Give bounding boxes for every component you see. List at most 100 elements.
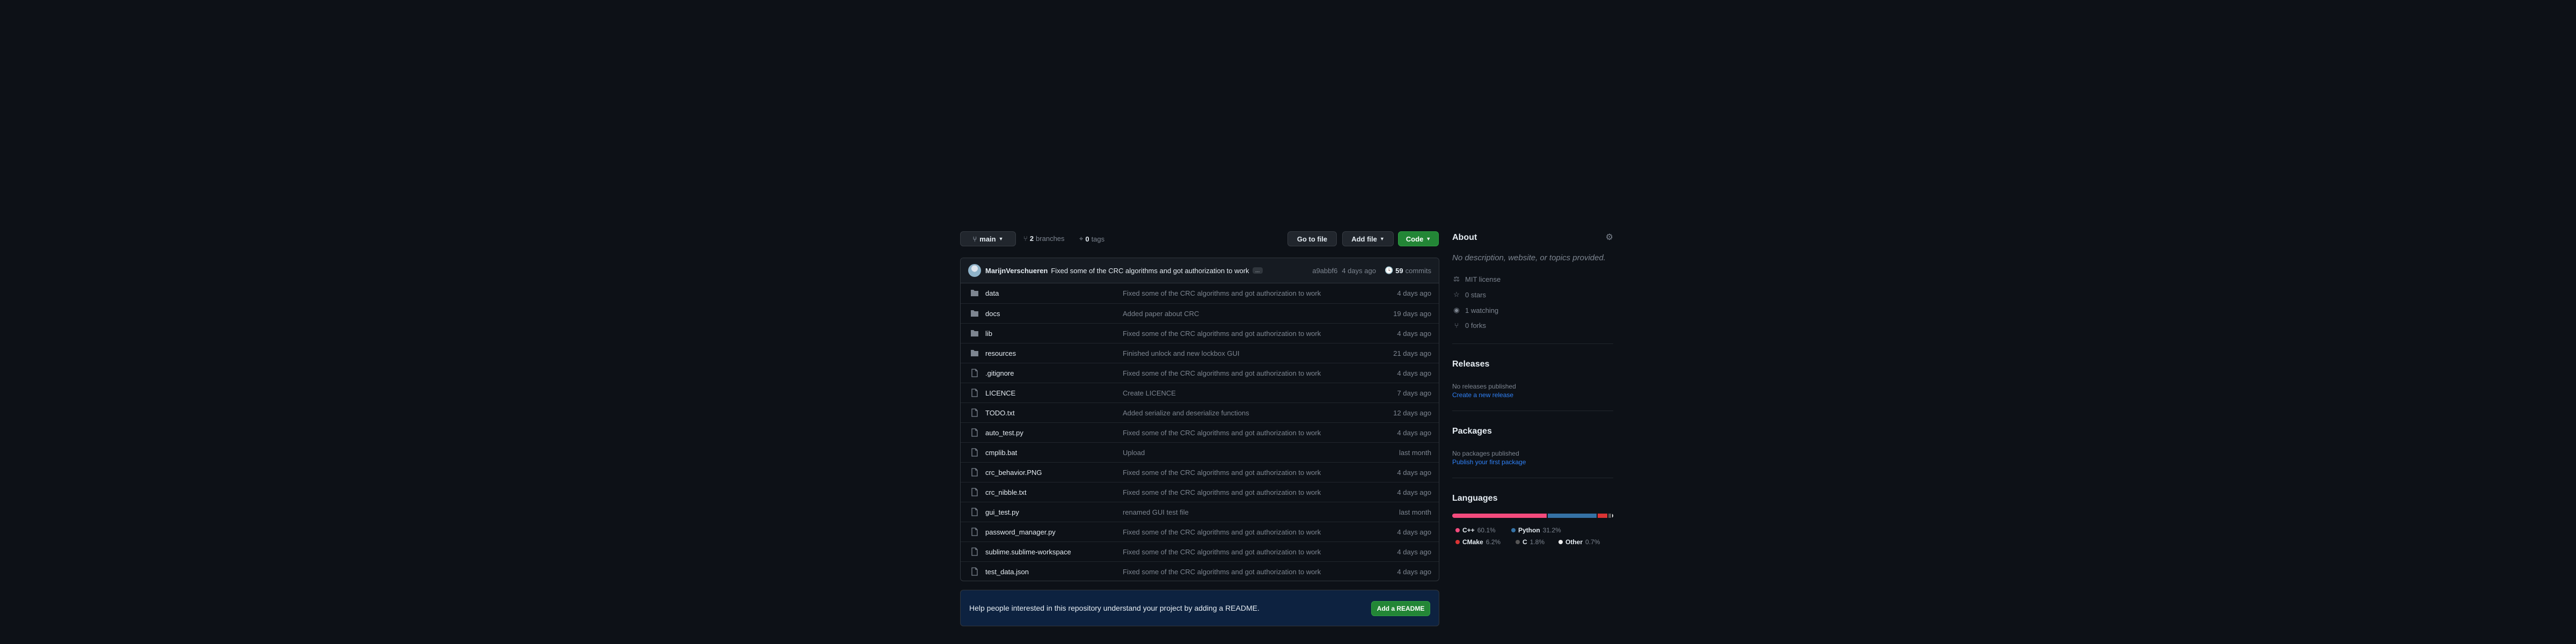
commit-author[interactable]: MarijnVerschueren	[985, 267, 1048, 275]
language-item[interactable]: C 1.8%	[1516, 538, 1545, 546]
file-icon	[970, 428, 979, 437]
file-commit-message[interactable]: renamed GUI test file	[1123, 508, 1189, 516]
language-item[interactable]: C++ 60.1%	[1455, 526, 1496, 534]
file-name[interactable]: test_data.json	[985, 568, 1029, 576]
add-file-button[interactable]: Add file ▼	[1342, 231, 1394, 246]
commit-history-link[interactable]: 🕓 59 commits	[1385, 266, 1431, 275]
commit-count: 59	[1395, 266, 1403, 275]
file-commit-message[interactable]: Added paper about CRC	[1123, 310, 1199, 318]
file-commit-message[interactable]: Fixed some of the CRC algorithms and got…	[1123, 330, 1321, 338]
file-row[interactable]: TODO.txt Added serialize and deserialize …	[961, 402, 1439, 422]
file-row[interactable]: auto_test.py Fixed some of the CRC algori…	[961, 422, 1439, 442]
file-commit-message[interactable]: Fixed some of the CRC algorithms and got…	[1123, 289, 1321, 297]
file-name[interactable]: crc_nibble.txt	[985, 488, 1027, 496]
file-name[interactable]: lib	[985, 330, 992, 338]
go-to-file-label: Go to file	[1297, 235, 1328, 243]
file-icon	[970, 508, 979, 516]
about-description: No description, website, or topics provi…	[1452, 253, 1606, 262]
commit-message[interactable]: Fixed some of the CRC algorithms and got…	[1051, 267, 1249, 275]
language-item[interactable]: Python 31.2%	[1511, 526, 1561, 534]
language-percent: 0.7%	[1585, 538, 1600, 546]
branches-link[interactable]: ⑂ 2 branches	[1023, 235, 1065, 243]
language-item[interactable]: CMake 6.2%	[1455, 538, 1501, 546]
file-icon	[970, 448, 979, 457]
language-color-dot	[1455, 528, 1460, 532]
language-segment	[1547, 514, 1597, 518]
language-color-dot	[1516, 540, 1520, 544]
forks-link[interactable]: ⑂ 0 forks	[1452, 321, 1486, 330]
file-commit-message[interactable]: Fixed some of the CRC algorithms and got…	[1123, 429, 1321, 437]
file-name[interactable]: sublime.sublime-workspace	[985, 548, 1071, 556]
file-row[interactable]: lib Fixed some of the CRC algorithms and …	[961, 323, 1439, 343]
languages-bar	[1452, 514, 1613, 518]
file-commit-message[interactable]: Upload	[1123, 449, 1145, 457]
file-commit-message[interactable]: Fixed some of the CRC algorithms and got…	[1123, 488, 1321, 496]
add-readme-button[interactable]: Add a README	[1371, 601, 1430, 616]
tag-icon: ⌖	[1079, 235, 1084, 243]
commit-hash[interactable]: a9abbf6	[1312, 267, 1337, 275]
create-release-link[interactable]: Create a new release	[1452, 391, 1513, 399]
file-commit-date: 12 days ago	[1393, 408, 1431, 417]
repo-toolbar: ⑂ main ▼ ⑂ 2 branches ⌖ 0 tags Go to fil…	[960, 231, 1439, 247]
file-name[interactable]: TODO.txt	[985, 409, 1015, 417]
language-item[interactable]: Other 0.7%	[1558, 538, 1600, 546]
file-name[interactable]: .gitignore	[985, 369, 1014, 377]
file-name[interactable]: gui_test.py	[985, 508, 1019, 516]
file-commit-message[interactable]: Create LICENCE	[1123, 389, 1176, 397]
language-color-dot	[1511, 528, 1516, 532]
file-name[interactable]: LICENCE	[985, 389, 1015, 397]
file-name[interactable]: cmplib.bat	[985, 449, 1017, 457]
file-name[interactable]: auto_test.py	[985, 429, 1023, 437]
branch-selector[interactable]: ⑂ main ▼	[960, 231, 1016, 246]
fork-icon: ⑂	[1454, 321, 1459, 330]
file-row[interactable]: .gitignore Fixed some of the CRC algorith…	[961, 363, 1439, 383]
code-button[interactable]: Code ▼	[1398, 231, 1439, 246]
file-name[interactable]: docs	[985, 310, 1000, 318]
file-icon	[970, 369, 979, 377]
file-row[interactable]: crc_nibble.txt Fixed some of the CRC algo…	[961, 482, 1439, 502]
file-icon	[970, 488, 979, 496]
file-row[interactable]: sublime.sublime-workspace Fixed some of t…	[961, 541, 1439, 561]
avatar[interactable]	[968, 264, 981, 277]
file-commit-message[interactable]: Fixed some of the CRC algorithms and got…	[1123, 528, 1321, 536]
publish-package-link[interactable]: Publish your first package	[1452, 458, 1526, 466]
file-commit-message[interactable]: Fixed some of the CRC algorithms and got…	[1123, 369, 1321, 377]
file-icon	[970, 567, 979, 576]
releases-heading[interactable]: Releases	[1452, 360, 1489, 369]
file-commit-message[interactable]: Fixed some of the CRC algorithms and got…	[1123, 548, 1321, 556]
file-row[interactable]: cmplib.bat Upload last month	[961, 442, 1439, 462]
add-readme-label: Add a README	[1377, 605, 1425, 612]
go-to-file-button[interactable]: Go to file	[1287, 231, 1337, 246]
file-commit-message[interactable]: Finished unlock and new lockbox GUI	[1123, 349, 1240, 357]
tags-count: 0	[1085, 235, 1089, 243]
gear-icon[interactable]: ⚙	[1606, 232, 1613, 243]
folder-icon	[970, 349, 979, 357]
file-commit-date: 4 days ago	[1397, 488, 1431, 496]
forks-label: 0 forks	[1465, 321, 1487, 330]
file-list: data Fixed some of the CRC algorithms and…	[961, 283, 1439, 581]
readme-banner: Help people interested in this repositor…	[960, 590, 1439, 626]
file-row[interactable]: test_data.json Fixed some of the CRC algo…	[961, 561, 1439, 581]
commit-meta: a9abbf6 4 days ago 🕓 59 commits	[1312, 258, 1431, 283]
file-row[interactable]: docs Added paper about CRC 19 days ago	[961, 303, 1439, 323]
stars-link[interactable]: ☆ 0 stars	[1452, 290, 1486, 299]
watchers-link[interactable]: ◉ 1 watching	[1452, 306, 1498, 314]
license-link[interactable]: ⚖ MIT license	[1452, 275, 1501, 283]
packages-heading[interactable]: Packages	[1452, 427, 1492, 436]
file-row[interactable]: resources Finished unlock and new lockbox…	[961, 343, 1439, 363]
file-row[interactable]: crc_behavior.PNG Fixed some of the CRC al…	[961, 462, 1439, 482]
tags-link[interactable]: ⌖ 0 tags	[1079, 235, 1104, 243]
latest-commit-bar: MarijnVerschueren Fixed some of the CRC …	[961, 258, 1439, 283]
file-name[interactable]: resources	[985, 349, 1016, 357]
file-row[interactable]: LICENCE Create LICENCE 7 days ago	[961, 383, 1439, 402]
file-commit-message[interactable]: Added serialize and deserialize function…	[1123, 409, 1249, 417]
file-commit-message[interactable]: Fixed some of the CRC algorithms and got…	[1123, 568, 1321, 576]
expand-commit-button[interactable]: …	[1252, 267, 1263, 274]
file-name[interactable]: password_manager.py	[985, 528, 1056, 536]
file-name[interactable]: data	[985, 289, 999, 297]
file-name[interactable]: crc_behavior.PNG	[985, 469, 1042, 477]
file-row[interactable]: data Fixed some of the CRC algorithms and…	[961, 283, 1439, 303]
file-row[interactable]: gui_test.py renamed GUI test file last mon…	[961, 502, 1439, 522]
file-commit-message[interactable]: Fixed some of the CRC algorithms and got…	[1123, 469, 1321, 477]
file-row[interactable]: password_manager.py Fixed some of the CRC…	[961, 522, 1439, 541]
